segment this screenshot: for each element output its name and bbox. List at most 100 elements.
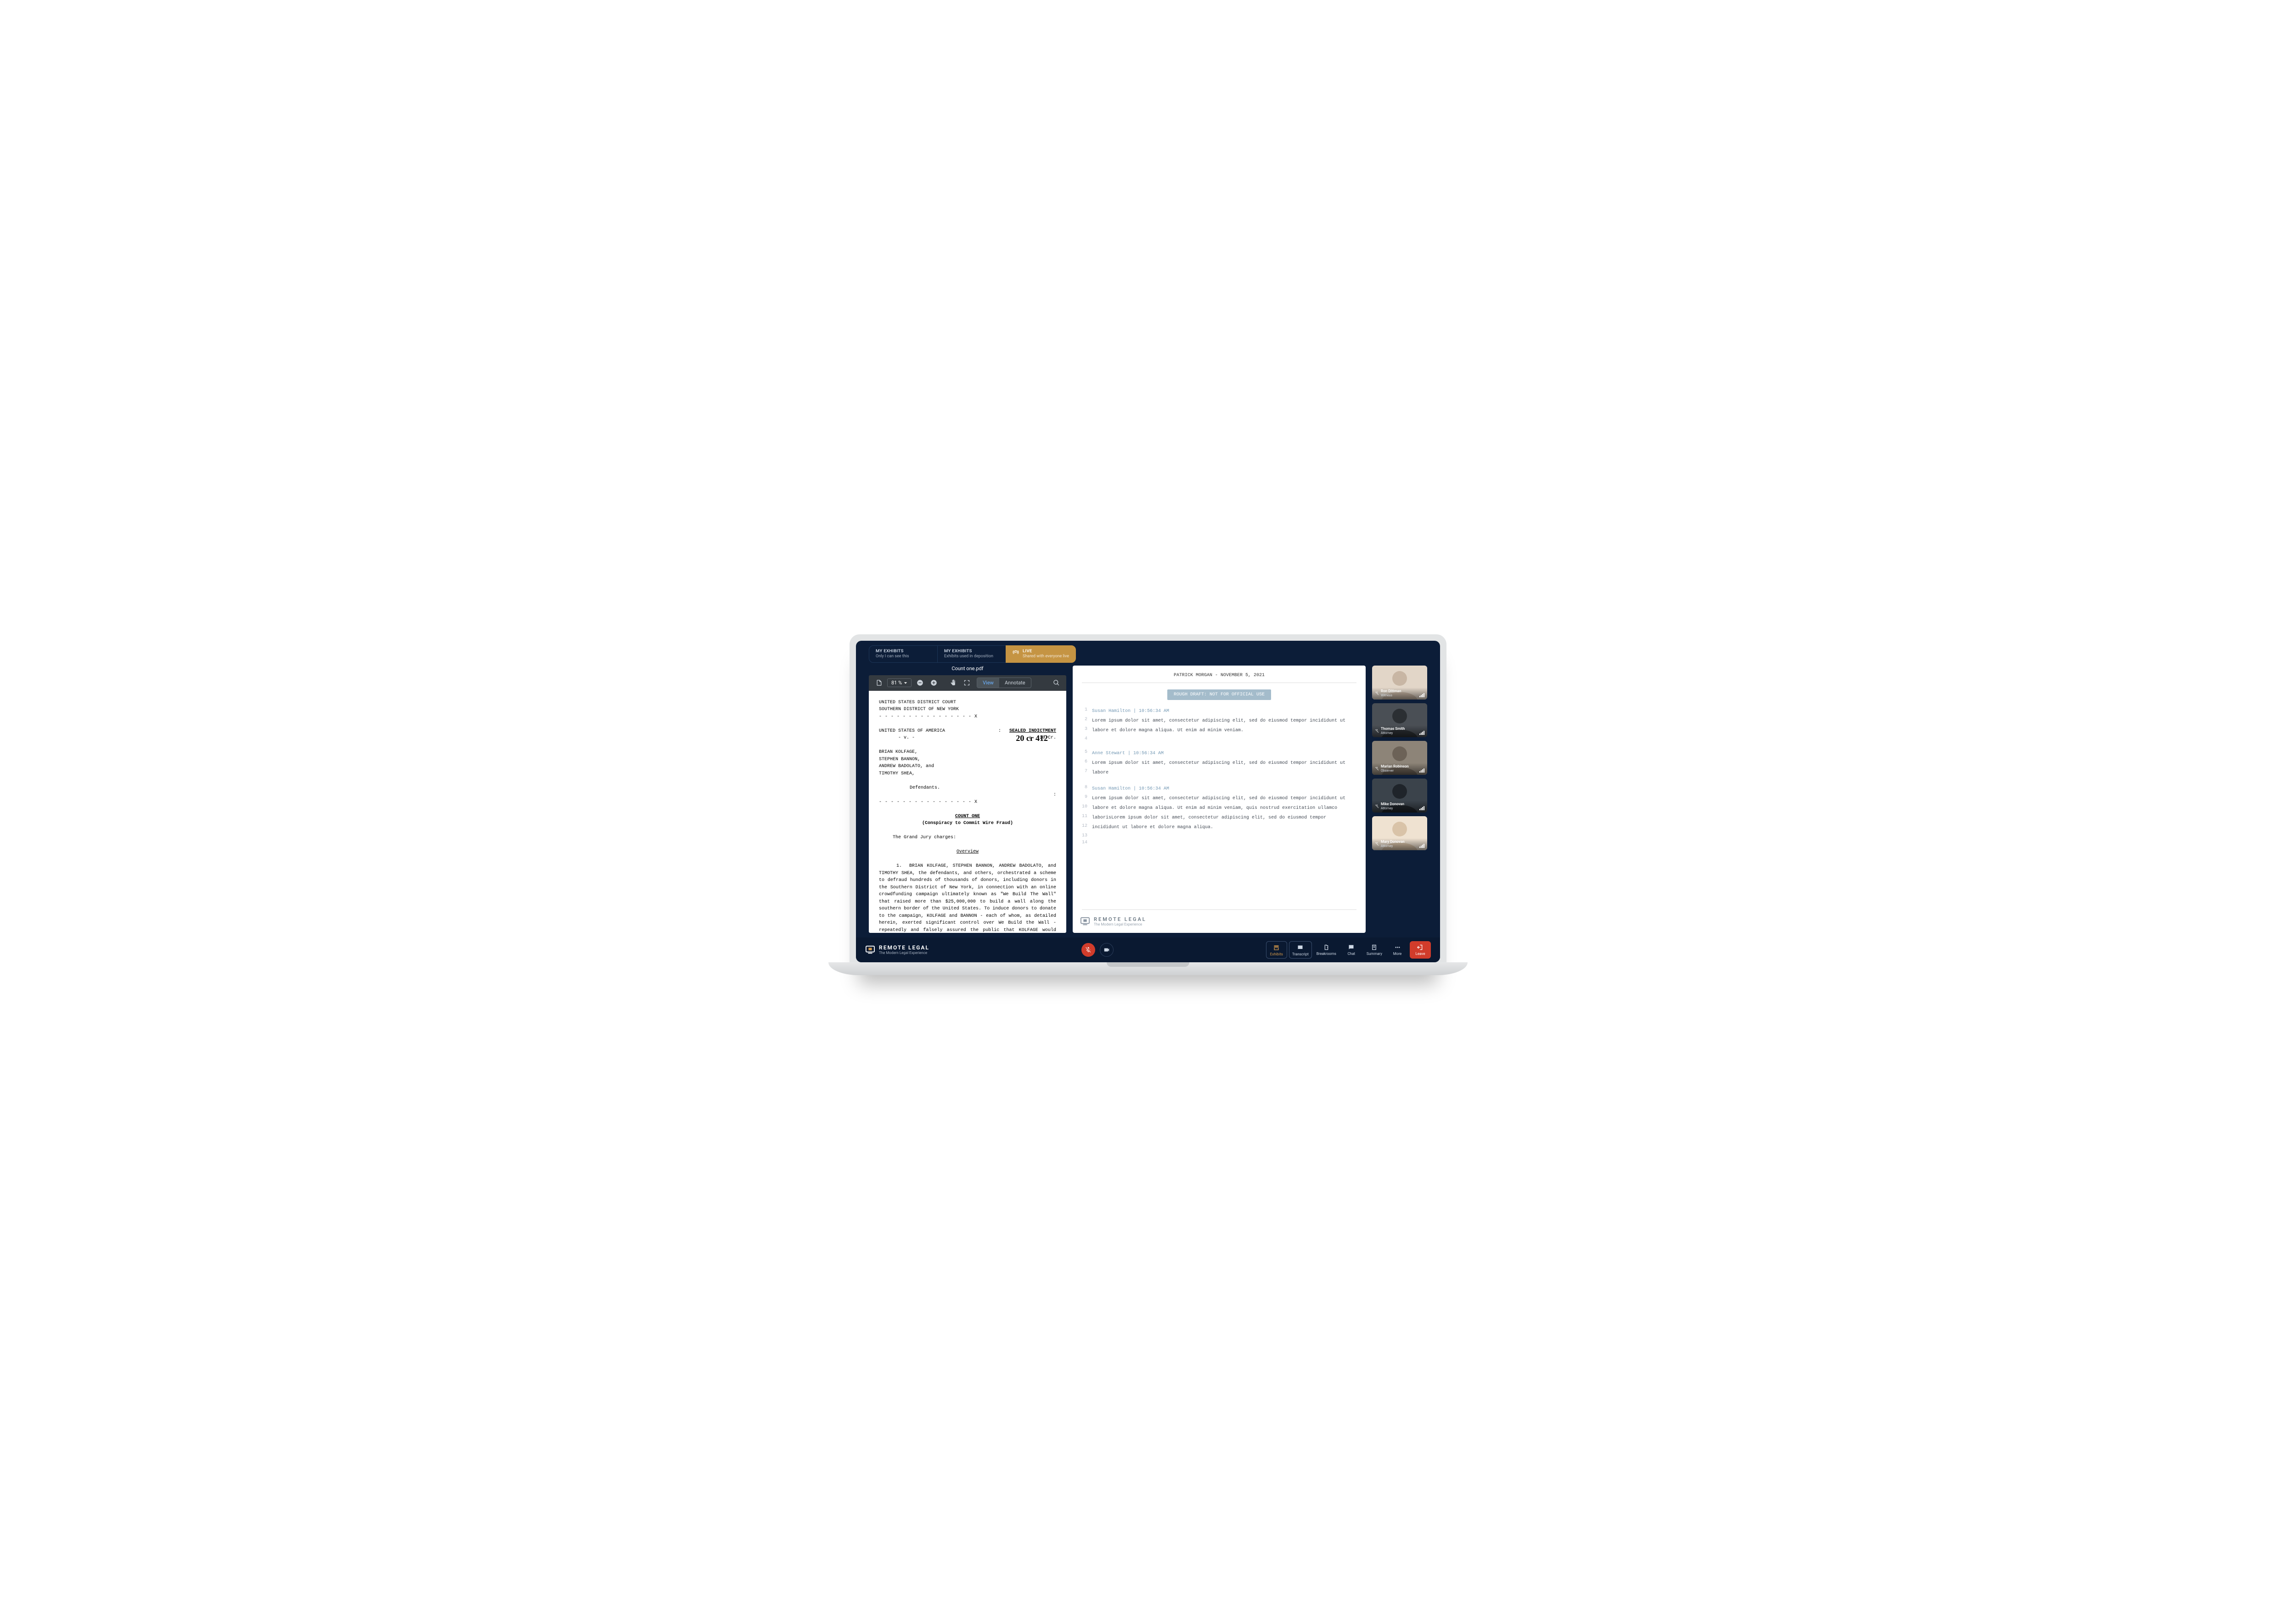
laptop-frame: MY EXHIBITS Only I can see this MY EXHIB…: [850, 634, 1446, 975]
participant-name: Mary Donovan: [1381, 840, 1405, 844]
line-number: 13: [1080, 833, 1087, 838]
participant-name: Thomas Smith: [1381, 727, 1405, 731]
transcript-text: labore et dolore magna aliqua. Ut enim a…: [1092, 727, 1244, 734]
tab-title: LIVE: [1023, 649, 1032, 654]
video-caption: Mary Donovan Attorney: [1372, 838, 1427, 850]
transcript-line: 13: [1080, 833, 1358, 838]
signal-bars-icon: [1419, 768, 1424, 773]
label: More: [1393, 952, 1401, 956]
page-list-icon[interactable]: [873, 677, 884, 689]
transcript-text: Susan Hamilton | 10:56:34 AM: [1092, 707, 1169, 715]
leave-button[interactable]: Leave: [1410, 941, 1431, 959]
transcript-line: 3labore et dolore magna aliqua. Ut enim …: [1080, 727, 1358, 734]
transcript-line: 9 Lorem ipsum dolor sit amet, consectetur…: [1080, 795, 1358, 802]
video-caption: Marian Robinson Observer: [1372, 763, 1427, 775]
search-icon[interactable]: [1051, 677, 1062, 689]
transcript-text: Anne Stewart | 10:56:34 AM: [1092, 750, 1164, 757]
transcript-text: Lorem ipsum dolor sit amet, consectetur …: [1092, 795, 1345, 802]
breakrooms-button[interactable]: Breakrooms: [1314, 941, 1339, 959]
zoom-in-button[interactable]: [928, 677, 939, 689]
para-num: 1.: [879, 863, 902, 870]
line-number: 12: [1080, 824, 1087, 831]
divider: [1082, 909, 1356, 910]
tab-my-exhibits-private[interactable]: MY EXHIBITS Only I can see this: [869, 645, 938, 663]
doc-line: STEPHEN BANNON,: [879, 756, 1056, 763]
view-mode-toggle: View Annotate: [977, 677, 1031, 688]
footer-bar: REMOTE LEGAL The Modern Legal Experience…: [856, 937, 1440, 962]
transcript-line: 10labore et dolore magna aliqua. Ut enim…: [1080, 804, 1358, 812]
video-tile[interactable]: Mary Donovan Attorney: [1372, 816, 1427, 850]
exhibit-panel: Count one.pdf 81 % View Annotate: [869, 666, 1066, 933]
tab-live[interactable]: LIVE Shared with everyone live: [1006, 645, 1076, 663]
participant-role: Attorney: [1381, 731, 1405, 735]
line-number: 9: [1080, 795, 1087, 802]
exhibits-icon: [1273, 944, 1280, 951]
transcript-text: laborisLorem ipsum dolor sit amet, conse…: [1092, 814, 1326, 822]
signal-bars-icon: [1419, 693, 1424, 697]
footer-brand: REMOTE LEGAL The Modern Legal Experience: [865, 944, 929, 955]
chat-button[interactable]: Chat: [1341, 941, 1362, 959]
brand-name: REMOTE LEGAL: [879, 944, 929, 951]
transcript-panel: PATRICK MORGAN - NOVEMBER 5, 2021 ROUGH …: [1073, 666, 1366, 933]
participant-role: Attorney: [1381, 844, 1405, 848]
transcript-text: Lorem ipsum dolor sit amet, consectetur …: [1092, 759, 1345, 767]
line-number: 4: [1080, 736, 1087, 741]
transcript-body[interactable]: 1Susan Hamilton | 10:56:34 AM2Lorem ipsu…: [1073, 705, 1366, 908]
transcript-line: 6Lorem ipsum dolor sit amet, consectetur…: [1080, 759, 1358, 767]
participant-name: Mike Donovan: [1381, 802, 1404, 807]
tab-my-exhibits-used[interactable]: MY EXHIBITS Exhibits used in deposition: [937, 645, 1006, 663]
rough-draft-badge: ROUGH DRAFT: NOT FOR OFFICIAL USE: [1167, 689, 1271, 700]
transcript-text: labore: [1092, 769, 1109, 777]
participant-name: Ron Dittman: [1381, 689, 1401, 694]
chevron-down-icon: [904, 681, 907, 685]
transcript-text: labore et dolore magna aliqua. Ut enim a…: [1092, 804, 1337, 812]
exhibit-file-name: Count one.pdf: [869, 666, 1066, 675]
mic-off-icon: [1375, 842, 1379, 846]
doc-line: Defendants.: [879, 785, 971, 792]
mode-view-button[interactable]: View: [977, 678, 999, 688]
video-tile[interactable]: Marian Robinson Observer: [1372, 741, 1427, 775]
fullscreen-icon[interactable]: [961, 677, 972, 689]
transcript-footer: REMOTE LEGAL The Modern Legal Experience: [1073, 912, 1366, 933]
video-caption: Mike Donovan Attorney: [1372, 801, 1427, 813]
line-number: 5: [1080, 750, 1087, 757]
camera-toggle-button[interactable]: [1100, 943, 1114, 957]
mic-off-icon: [1375, 691, 1379, 695]
label: Transcript: [1292, 952, 1309, 956]
doc-line: ANDREW BADOLATO, and: [879, 763, 1056, 770]
mode-annotate-button[interactable]: Annotate: [999, 678, 1031, 688]
line-number: 7: [1080, 769, 1087, 777]
video-tile[interactable]: Mike Donovan Attorney: [1372, 779, 1427, 813]
transcript-line: 7 labore: [1080, 769, 1358, 777]
zoom-out-button[interactable]: [914, 677, 925, 689]
mic-toggle-button[interactable]: [1081, 943, 1095, 957]
summary-button[interactable]: Summary: [1364, 941, 1385, 959]
doc-line: TIMOTHY SHEA,: [879, 770, 1056, 778]
mic-off-icon: [1085, 947, 1092, 953]
zoom-level[interactable]: 81 %: [887, 678, 912, 687]
exhibits-button[interactable]: Exhibits: [1266, 941, 1287, 959]
remote-legal-icon: [1080, 917, 1090, 926]
transcript-button[interactable]: Transcript: [1289, 941, 1312, 959]
video-caption: Thomas Smith Attorney: [1372, 725, 1427, 737]
pdf-page[interactable]: UNITED STATES DISTRICT COURT SOUTHERN DI…: [869, 691, 1066, 933]
signal-bars-icon: [1419, 731, 1424, 735]
transcript-line: 14: [1080, 840, 1358, 845]
participant-role: Witness: [1381, 694, 1401, 697]
broadcast-icon: [1013, 650, 1019, 655]
line-number: 11: [1080, 814, 1087, 822]
line-number: 14: [1080, 840, 1087, 845]
mic-off-icon: [1375, 767, 1379, 771]
video-column: Ron Dittman Witness Thomas Smith: [1372, 666, 1427, 933]
line-number: 8: [1080, 785, 1087, 793]
video-tile[interactable]: Ron Dittman Witness: [1372, 666, 1427, 700]
app-screen: MY EXHIBITS Only I can see this MY EXHIB…: [856, 641, 1440, 962]
pan-hand-icon[interactable]: [947, 677, 958, 689]
transcript-line: 5 Anne Stewart | 10:56:34 AM: [1080, 750, 1358, 757]
more-icon: [1394, 944, 1401, 951]
tab-subtitle: Only I can see this: [876, 654, 931, 660]
doc-line: - v. -: [879, 734, 934, 742]
video-tile[interactable]: Thomas Smith Attorney: [1372, 703, 1427, 737]
tab-title: MY EXHIBITS: [944, 649, 972, 654]
more-button[interactable]: More: [1387, 941, 1408, 959]
